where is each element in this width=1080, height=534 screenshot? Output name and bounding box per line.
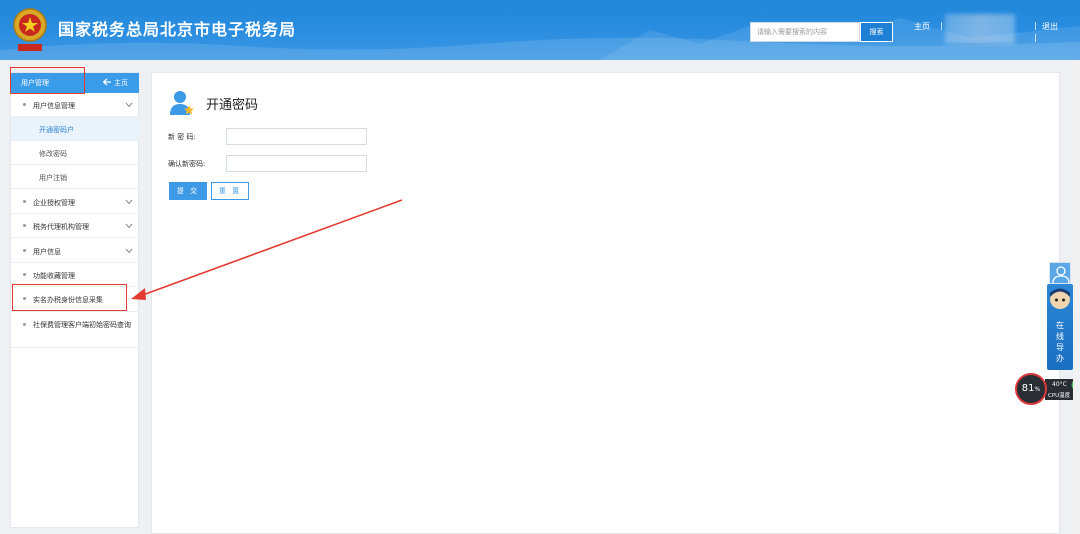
cpu-usage-unit: %: [1034, 386, 1041, 393]
bullet-icon: [23, 273, 26, 276]
sidebar-item-user-cancel[interactable]: 用户注销: [11, 165, 139, 189]
user-star-icon: [170, 91, 194, 115]
username-blurred: [945, 14, 1015, 44]
confirm-password-input[interactable]: [226, 155, 367, 172]
site-title: 国家税务总局北京市电子税务局: [58, 20, 297, 39]
cpu-temp-label: CPU温度: [1048, 393, 1071, 399]
sidebar-item-change-password[interactable]: 修改密码: [11, 141, 139, 165]
chevron-down-icon: [125, 223, 133, 229]
sidebar-item-label: 用户注销: [39, 174, 67, 182]
online-guide-text: 在线导办: [1056, 321, 1064, 363]
main-panel: 开通密码 新 密 码: 确认新密码: 提 交 重 置: [151, 72, 1060, 534]
sidebar-item-user-info-manage[interactable]: 用户信息管理: [11, 93, 139, 117]
chevron-down-icon: [125, 248, 133, 254]
sidebar-item-label: 用户信息管理: [33, 102, 75, 110]
bullet-icon: [23, 323, 26, 326]
chevron-down-icon: [125, 199, 133, 205]
sidebar-item-label: 社保费管理客户端初始密码查询: [33, 321, 131, 329]
back-arrow-icon: [103, 78, 111, 86]
cpu-usage-gauge[interactable]: 81%: [1015, 373, 1047, 405]
user-outline-icon: [1052, 266, 1070, 284]
float-user-avatar[interactable]: [1049, 262, 1071, 284]
tax-bureau-emblem-icon: [13, 8, 47, 51]
sidebar-item-tax-agent[interactable]: 税务代理机构管理: [11, 214, 139, 238]
sidebar-home-link[interactable]: 主页: [114, 78, 128, 88]
header-separator: |: [940, 21, 943, 30]
new-password-input[interactable]: [226, 128, 367, 145]
sidebar-item-label: 税务代理机构管理: [33, 223, 89, 231]
page-title: 开通密码: [206, 98, 259, 113]
search-input[interactable]: 请输入需要搜索的内容: [750, 22, 860, 42]
sidebar-item-enterprise-auth[interactable]: 企业授权管理: [11, 189, 139, 214]
sidebar-item-label: 修改密码: [39, 150, 67, 158]
bullet-icon: [23, 249, 26, 252]
confirm-password-label: 确认新密码:: [168, 160, 206, 168]
new-password-label: 新 密 码:: [168, 133, 196, 141]
sidebar-item-label: 用户信息: [33, 248, 61, 256]
logout-link[interactable]: 退出: [1042, 21, 1058, 32]
chevron-down-icon: [125, 102, 133, 108]
bullet-icon: [23, 200, 26, 203]
sidebar-item-open-password[interactable]: 开通密码户: [11, 117, 139, 141]
annotation-box-realname: [12, 284, 127, 311]
page-scrollbar[interactable]: [1073, 60, 1080, 534]
cpu-temp-value: 40°C: [1052, 381, 1067, 388]
sidebar-item-label: 企业授权管理: [33, 199, 75, 207]
reset-button[interactable]: 重 置: [211, 182, 249, 200]
sidebar-item-label: 功能收藏管理: [33, 272, 75, 280]
sidebar-item-label: 开通密码户: [39, 126, 74, 134]
top-header: 国家税务总局北京市电子税务局 请输入需要搜索的内容 搜索 主页 | | | 退出: [0, 0, 1080, 60]
header-separator: |: [1034, 33, 1037, 42]
sidebar-item-social-security-password[interactable]: 社保费管理客户端初始密码查询: [11, 312, 139, 348]
bullet-icon: [23, 103, 26, 106]
cpu-usage-value: 81: [1021, 383, 1035, 394]
search-button[interactable]: 搜索: [860, 22, 893, 42]
bullet-icon: [23, 224, 26, 227]
home-link[interactable]: 主页: [914, 21, 930, 32]
assistant-mascot-icon: [1050, 288, 1070, 309]
header-separator: |: [1034, 21, 1037, 30]
annotation-box-user-manage: [10, 67, 85, 94]
submit-button[interactable]: 提 交: [169, 182, 207, 200]
sidebar-item-user-info[interactable]: 用户信息: [11, 238, 139, 263]
